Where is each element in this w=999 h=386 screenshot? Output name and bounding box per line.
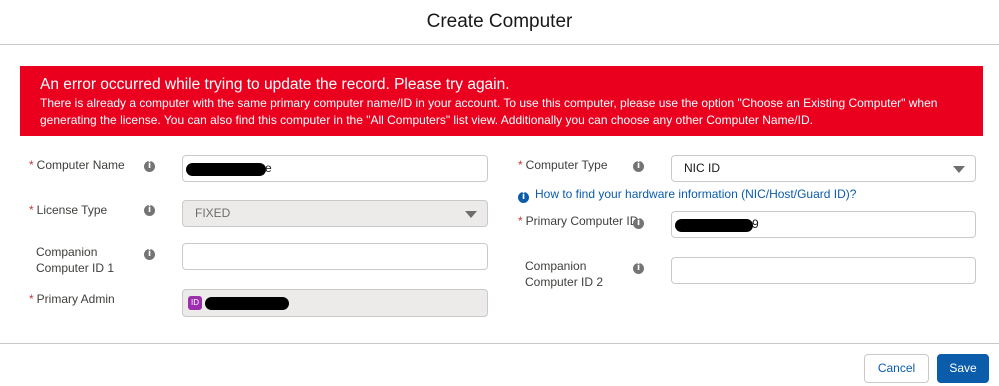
info-icon[interactable]: i [633, 161, 644, 172]
primary-computer-id-label: * Primary Computer ID [518, 214, 639, 228]
required-marker: * [518, 158, 523, 172]
redacted-value [205, 297, 289, 310]
computer-type-select[interactable]: NIC ID [671, 155, 976, 182]
required-marker: * [29, 292, 34, 306]
primary-computer-id-visible-text: 9 [752, 217, 759, 231]
companion-computer-id-1-input[interactable] [182, 243, 488, 270]
primary-admin-label: * Primary Admin [29, 292, 115, 306]
info-icon[interactable]: i [144, 249, 155, 260]
error-banner: An error occurred while trying to update… [20, 66, 983, 136]
contact-card-icon: ID [188, 296, 202, 310]
error-message: There is already a computer with the sam… [40, 96, 938, 127]
companion-1-label: Companion Computer ID 1 [36, 245, 115, 275]
redacted-value [186, 163, 266, 176]
required-marker: * [518, 214, 523, 228]
computer-name-input[interactable]: e [182, 155, 488, 182]
computer-name-visible-text: e [265, 161, 272, 175]
save-button[interactable]: Save [937, 354, 989, 383]
license-type-value: FIXED [195, 206, 231, 220]
computer-type-value: NIC ID [684, 161, 720, 175]
chevron-down-icon [953, 166, 965, 173]
cancel-button[interactable]: Cancel [864, 354, 929, 383]
companion-2-label: Companion Computer ID 2 [525, 259, 604, 289]
license-type-select[interactable]: FIXED [182, 200, 488, 227]
modal-title: Create Computer [426, 11, 573, 32]
primary-computer-id-input[interactable]: 9 [671, 211, 976, 238]
companion-computer-id-2-input[interactable] [671, 257, 976, 284]
redacted-value [675, 219, 753, 232]
modal-footer: Cancel Save [0, 343, 999, 386]
required-marker: * [29, 203, 34, 217]
modal-header: Create Computer [0, 0, 999, 45]
computer-name-label: * Computer Name [29, 158, 125, 172]
computer-type-label: * Computer Type [518, 158, 608, 172]
info-icon[interactable]: i [633, 263, 644, 274]
info-icon[interactable]: i [633, 218, 644, 229]
info-icon: i [518, 192, 529, 203]
primary-admin-lookup[interactable]: ID [182, 289, 488, 317]
hardware-info-link-row[interactable]: i How to find your hardware information (… [518, 186, 856, 203]
info-icon[interactable]: i [144, 205, 155, 216]
required-marker: * [29, 158, 34, 172]
chevron-down-icon [465, 211, 477, 218]
info-icon[interactable]: i [144, 161, 155, 172]
hardware-info-link[interactable]: How to find your hardware information (N… [535, 187, 856, 201]
license-type-label: * License Type [29, 203, 108, 217]
error-title: An error occurred while trying to update… [40, 76, 510, 93]
